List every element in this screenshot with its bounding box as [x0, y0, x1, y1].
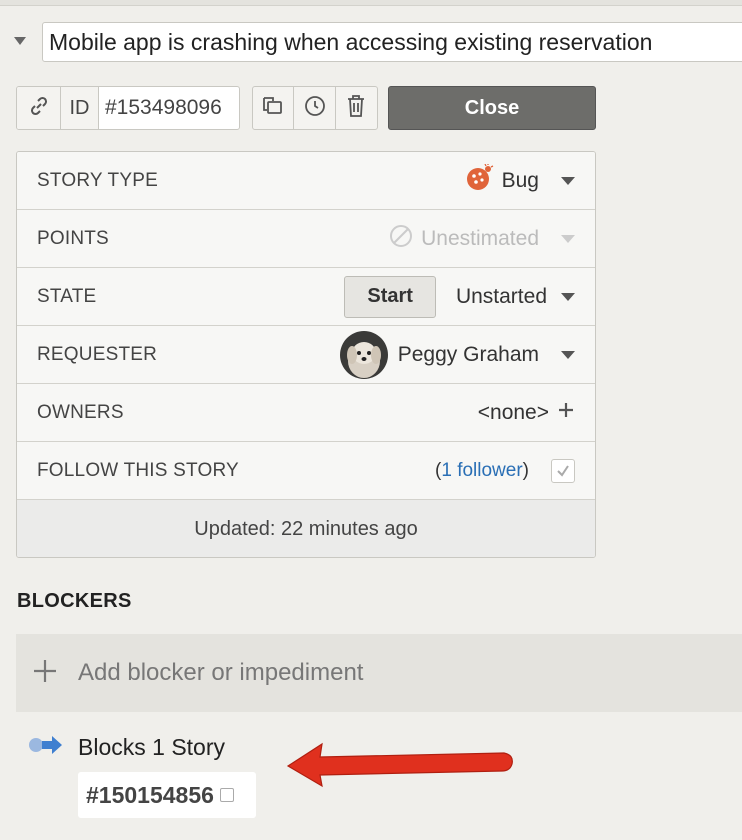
owners-value: <none> — [477, 400, 549, 424]
story-type-value: Bug — [501, 168, 539, 192]
story-details-panel: STORY TYPE Bug POINTS Unestimated STATE … — [16, 151, 596, 558]
story-actions-group — [252, 86, 378, 130]
copy-link-button[interactable] — [17, 87, 61, 129]
id-label[interactable]: ID — [61, 87, 99, 129]
link-icon — [28, 95, 50, 122]
chevron-down-icon — [561, 176, 575, 185]
follow-checkbox[interactable] — [551, 458, 575, 483]
chevron-down-icon — [561, 292, 575, 301]
clone-story-button[interactable] — [253, 87, 295, 129]
follow-control: ( 1 follower ) — [435, 458, 575, 483]
blockers-heading: BLOCKERS — [17, 590, 132, 612]
requester-label: REQUESTER — [37, 343, 158, 365]
add-blocker-input[interactable]: Add blocker or impediment — [16, 634, 742, 712]
points-value: Unestimated — [421, 226, 539, 250]
blocked-story-chip[interactable]: #150154856 — [78, 772, 256, 818]
state-value: Unstarted — [455, 284, 547, 308]
points-label: POINTS — [37, 227, 109, 249]
state-label: STATE — [37, 285, 97, 307]
state-row: STATE Start Unstarted — [17, 268, 595, 326]
story-id-group: ID #153498096 — [16, 86, 240, 130]
story-type-label: STORY TYPE — [37, 169, 158, 191]
collapse-toggle-icon[interactable] — [12, 34, 28, 46]
owners-control: <none> — [478, 401, 575, 425]
owners-label: OWNERS — [37, 401, 124, 423]
delete-button[interactable] — [336, 87, 377, 129]
follow-close-paren: ) — [522, 459, 529, 481]
owners-row: OWNERS <none> — [17, 384, 595, 442]
close-button[interactable]: Close — [388, 86, 596, 130]
clock-icon — [303, 94, 327, 123]
add-blocker-placeholder: Add blocker or impediment — [78, 659, 364, 686]
chevron-down-icon — [561, 234, 575, 243]
plus-icon — [557, 401, 575, 424]
state-controls: Start Unstarted — [344, 275, 575, 318]
requester-row: REQUESTER Peggy Graham — [17, 326, 595, 384]
points-row: POINTS Unestimated — [17, 210, 595, 268]
ladybug-icon — [466, 163, 494, 198]
followers-link[interactable]: 1 follower — [441, 460, 522, 482]
blocks-stories-row: Blocks 1 Story — [28, 734, 225, 761]
story-title-input[interactable]: Mobile app is crashing when accessing ex… — [42, 22, 742, 62]
blocks-arrow-icon — [28, 734, 64, 761]
follow-row: FOLLOW THIS STORY ( 1 follower ) — [17, 442, 595, 500]
blocks-label: Blocks 1 Story — [78, 734, 225, 760]
history-button[interactable] — [294, 87, 336, 129]
prohibited-icon — [389, 224, 413, 254]
updated-timestamp: Updated: 22 minutes ago — [17, 500, 595, 557]
story-type-dropdown[interactable]: Bug — [466, 163, 575, 198]
clone-icon — [261, 95, 285, 122]
state-dropdown[interactable]: Unstarted — [456, 285, 575, 309]
requester-dropdown[interactable]: Peggy Graham — [339, 330, 575, 379]
annotation-arrow-icon — [282, 738, 514, 790]
top-divider — [0, 0, 742, 6]
follow-label: FOLLOW THIS STORY — [37, 459, 239, 481]
story-id-value[interactable]: #153498096 — [99, 87, 239, 129]
story-type-row: STORY TYPE Bug — [17, 152, 595, 210]
avatar — [339, 330, 388, 379]
add-owner-button[interactable] — [557, 401, 575, 425]
requester-name: Peggy Graham — [397, 342, 539, 366]
plus-icon — [32, 655, 62, 692]
blocked-story-id: #150154856 — [86, 781, 214, 808]
blocked-story-checkbox[interactable] — [219, 788, 234, 802]
points-dropdown[interactable]: Unestimated — [389, 224, 575, 254]
start-button[interactable]: Start — [344, 275, 436, 318]
chevron-down-icon — [561, 350, 575, 359]
trash-icon — [346, 94, 366, 123]
